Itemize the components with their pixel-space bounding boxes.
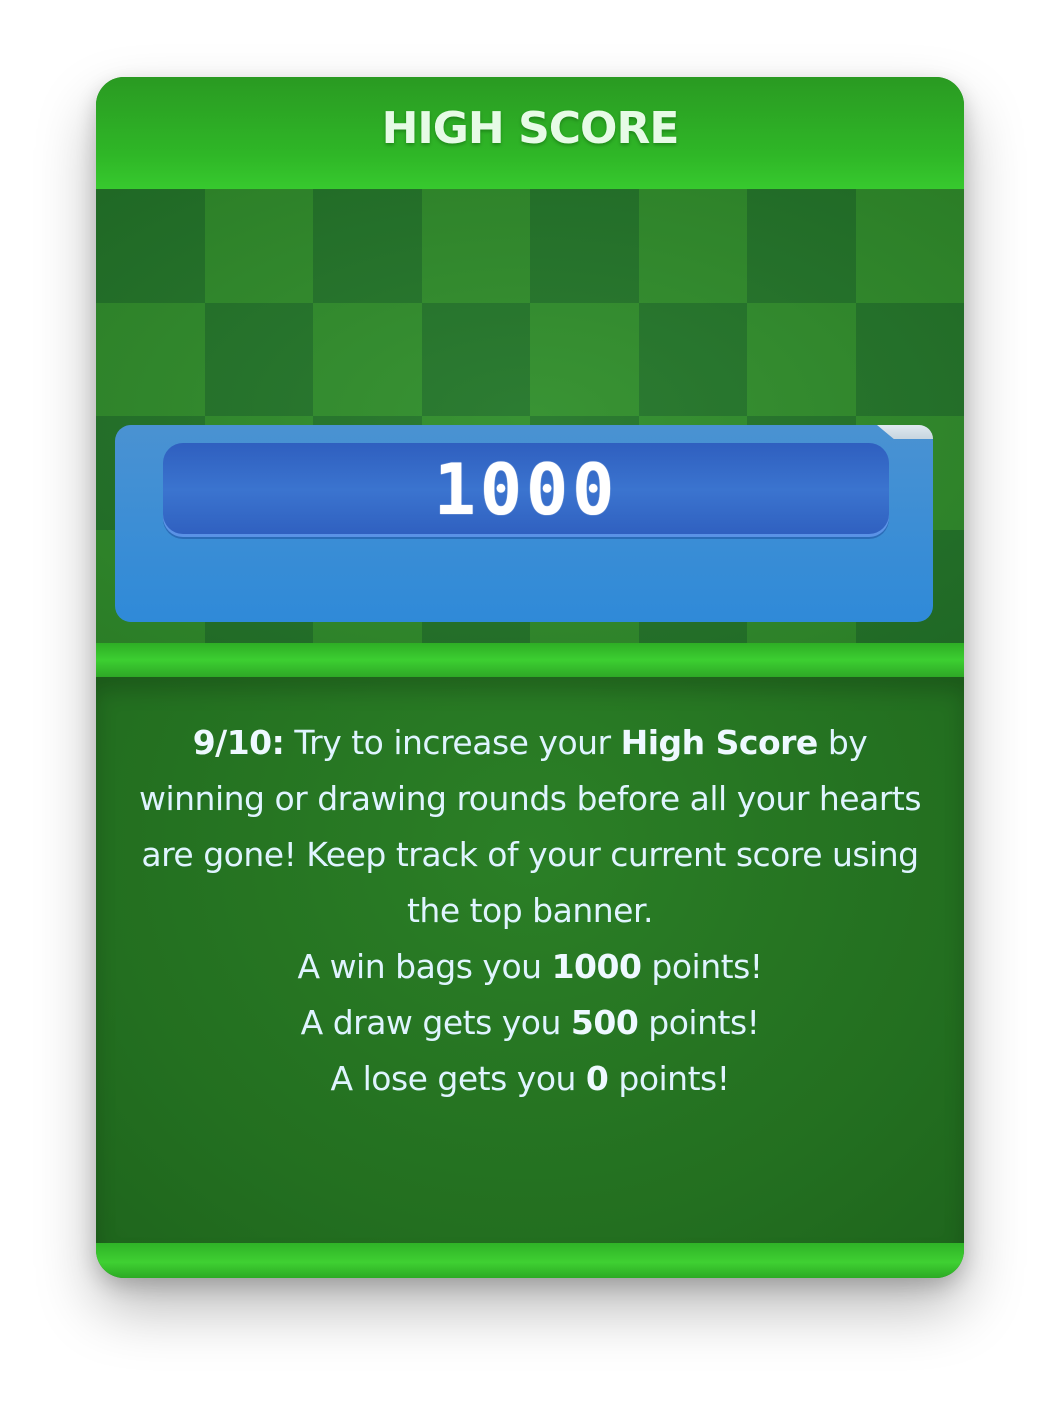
- tip-step: 9/10:: [192, 723, 285, 762]
- card-footer: [96, 1243, 964, 1278]
- score-banner: 1000: [115, 425, 933, 622]
- lose-points: 0: [585, 1059, 609, 1098]
- high-score-value: 1000: [433, 449, 619, 531]
- win-points: 1000: [551, 947, 642, 986]
- score-display: 1000: [163, 443, 889, 537]
- win-rule: A win bags you 1000 points!: [297, 947, 764, 986]
- tip-text-part: Try to increase your: [284, 723, 621, 762]
- banner-corner-decoration: [877, 425, 933, 439]
- lose-rule: A lose gets you 0 points!: [330, 1059, 730, 1098]
- tip-body: 9/10: Try to increase your High Score by…: [96, 677, 964, 1243]
- draw-points: 500: [570, 1003, 639, 1042]
- draw-rule: A draw gets you 500 points!: [300, 1003, 760, 1042]
- tip-emphasis-high-score: High Score: [620, 723, 819, 762]
- checkerboard-background: 1000: [96, 189, 964, 643]
- card-title: HIGH SCORE: [381, 102, 680, 154]
- board-divider: [96, 643, 964, 677]
- tip-text: 9/10: Try to increase your High Score by…: [136, 715, 924, 1107]
- card-header: HIGH SCORE: [96, 77, 964, 189]
- high-score-card: HIGH SCORE 1000 9/10: Try to increase yo…: [96, 77, 964, 1278]
